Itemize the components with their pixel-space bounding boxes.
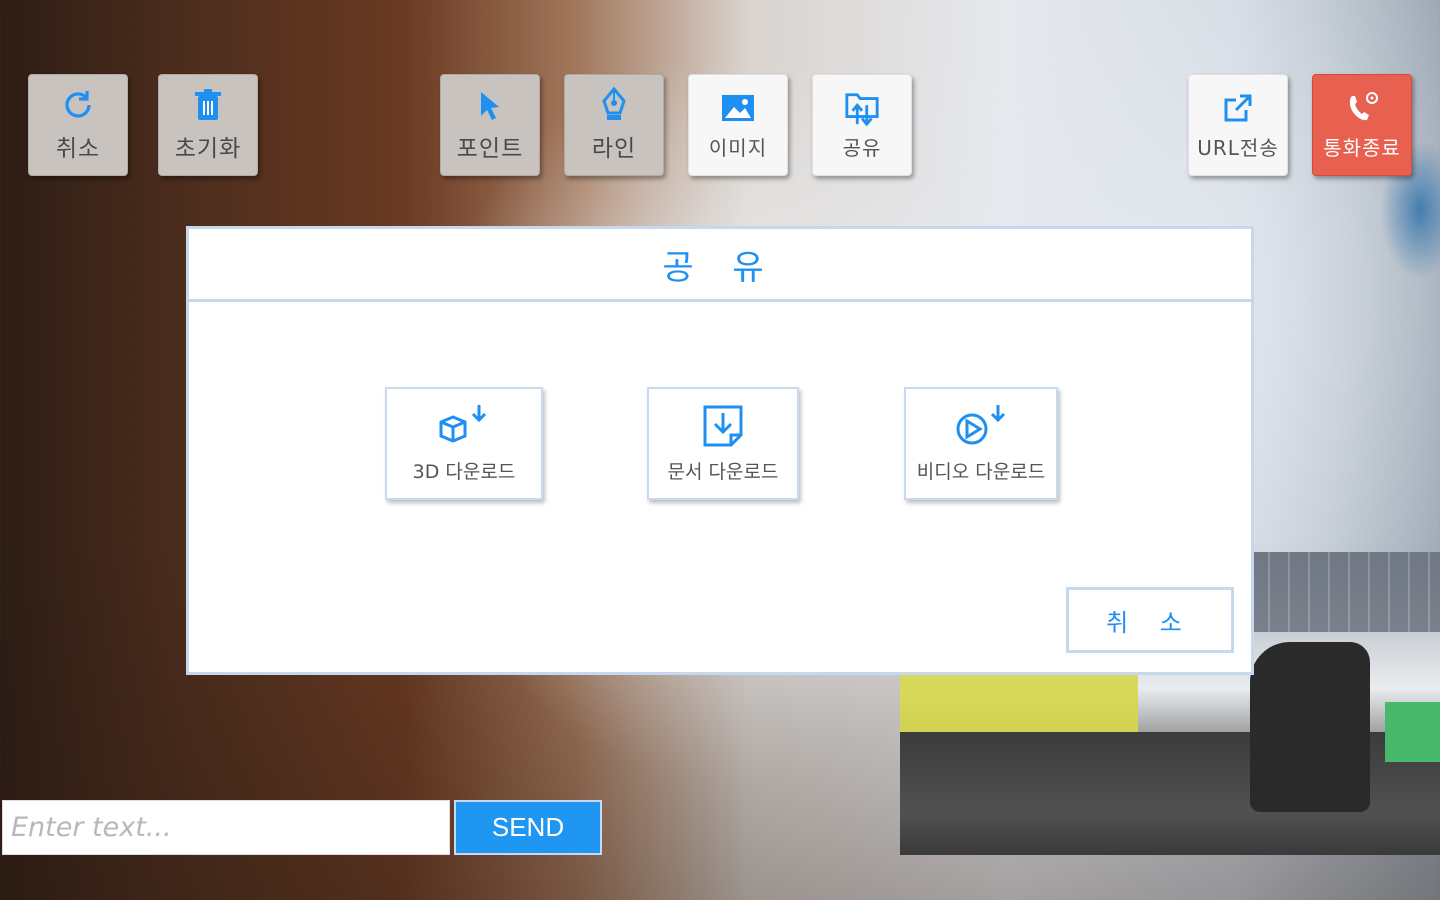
video-download-button[interactable]: 비디오 다운로드 [904,387,1058,500]
preview-ceiling [1250,552,1440,632]
external-link-icon [1220,90,1256,126]
cancel-label: 취 소 [1106,608,1194,637]
cube-download-icon [437,403,491,447]
end-call-label: 통화종료 [1323,135,1401,160]
share-dialog: 공 유 3D 다운로드 문서 다운로드 비디오 다운로드 취 소 [186,226,1254,675]
point-tool-label: 포인트 [456,136,524,162]
pointer-icon [472,87,508,123]
cancel-button[interactable]: 취 소 [1066,587,1234,653]
share-button[interactable]: 공유 [812,74,912,176]
video-download-icon [954,403,1008,447]
undo-label: 취소 [55,136,101,162]
document-download-icon [696,403,750,447]
undo-button[interactable]: 취소 [28,74,128,176]
share-folder-icon [844,90,880,126]
preview-object [1385,702,1440,762]
document-download-label: 문서 다운로드 [667,461,779,483]
3d-download-label: 3D 다운로드 [412,461,516,483]
preview-object [1250,642,1370,812]
reset-label: 초기화 [174,136,242,162]
3d-download-button[interactable]: 3D 다운로드 [385,387,543,500]
document-download-button[interactable]: 문서 다운로드 [647,387,799,500]
line-tool-label: 라인 [591,136,637,162]
preview-object [900,674,1138,734]
undo-icon [60,87,96,123]
image-icon [720,90,756,126]
image-tool-button[interactable]: 이미지 [688,74,788,176]
dialog-title: 공 유 [662,247,778,288]
chat-input[interactable] [2,800,450,855]
send-url-button[interactable]: URL전송 [1188,74,1288,176]
dialog-header: 공 유 [189,229,1251,302]
end-call-button[interactable]: 통화종료 [1312,74,1412,176]
image-tool-label: 이미지 [708,135,768,160]
share-label: 공유 [842,135,882,160]
line-tool-button[interactable]: 라인 [564,74,664,176]
pen-icon [596,87,632,123]
point-tool-button[interactable]: 포인트 [440,74,540,176]
trash-icon [190,87,226,123]
send-url-label: URL전송 [1197,135,1279,160]
reset-button[interactable]: 초기화 [158,74,258,176]
send-button[interactable]: SEND [454,800,602,855]
video-download-label: 비디오 다운로드 [916,461,1046,483]
end-call-icon [1344,90,1380,126]
